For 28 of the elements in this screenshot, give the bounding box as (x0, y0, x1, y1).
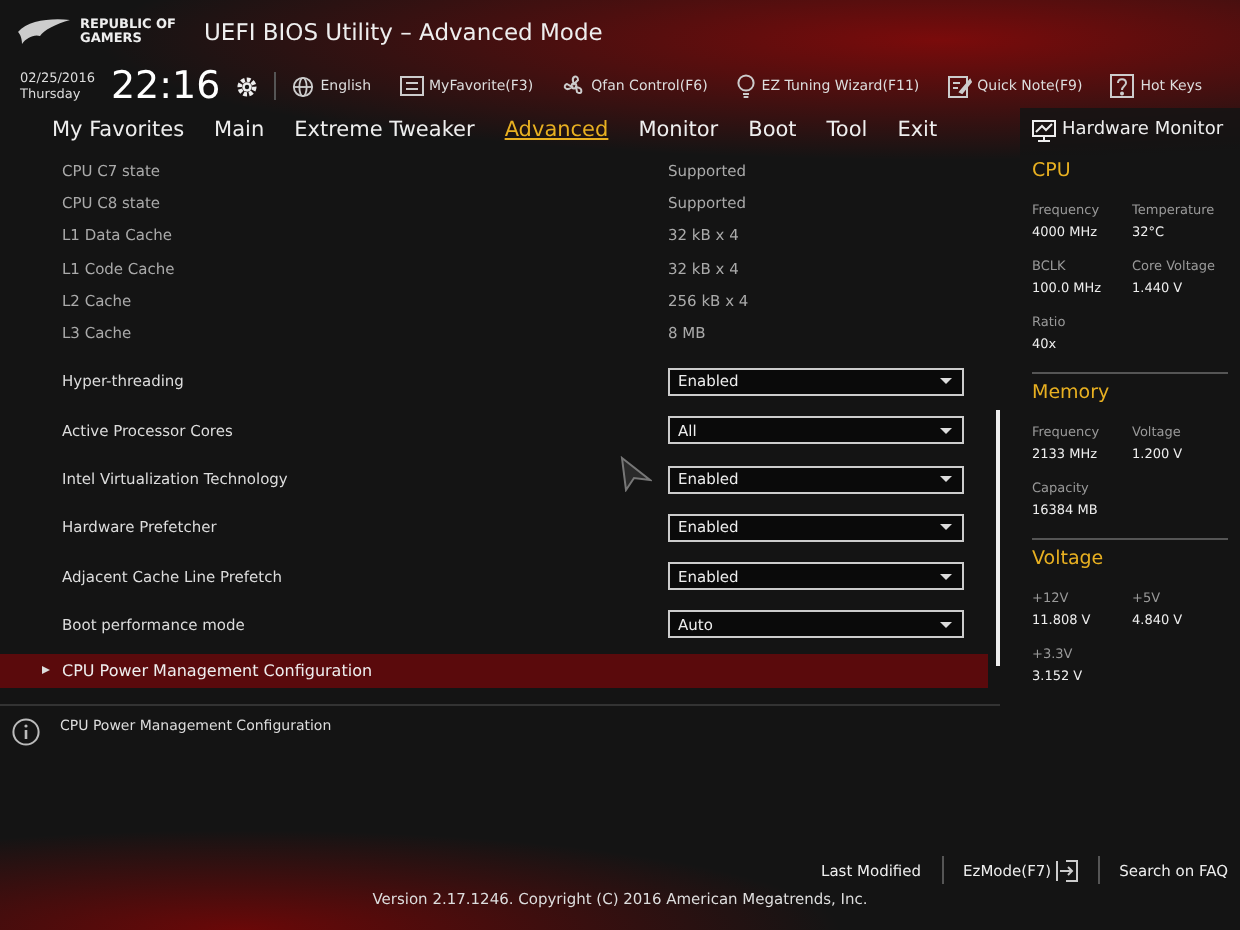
fan-icon (561, 74, 586, 98)
tab[interactable]: Tool (826, 118, 868, 142)
note-icon (947, 74, 972, 98)
cursor-icon (620, 455, 652, 492)
tab[interactable]: Monitor (638, 118, 719, 142)
panel-title: Hardware Monitor (1062, 120, 1224, 140)
scrollbar[interactable] (996, 409, 1000, 666)
section-title: Memory (1032, 382, 1112, 404)
tab[interactable]: Exit (897, 118, 938, 142)
help-icon (1110, 74, 1135, 98)
section-title: Voltage (1032, 548, 1106, 570)
exit-icon (1055, 859, 1078, 881)
clock-time: 22:16 (110, 64, 221, 108)
info-icon (12, 717, 40, 746)
list-icon (399, 76, 424, 96)
section-title: CPU (1032, 160, 1073, 182)
logo-icon (16, 18, 72, 46)
tab[interactable]: Extreme Tweaker (294, 118, 475, 142)
settings-icon[interactable] (236, 75, 259, 97)
submenu-item[interactable]: CPU Power Management Configuration (0, 653, 988, 688)
tab[interactable]: Advanced (504, 118, 609, 142)
window-title: UEFI BIOS Utility – Advanced Mode (204, 18, 603, 46)
monitor-icon (1032, 119, 1056, 141)
lightbulb-icon (735, 74, 756, 98)
tab[interactable]: Main (214, 118, 265, 142)
tab[interactable]: Boot (748, 118, 797, 142)
globe-icon (292, 75, 315, 97)
tab[interactable]: My Favorites (52, 118, 185, 142)
